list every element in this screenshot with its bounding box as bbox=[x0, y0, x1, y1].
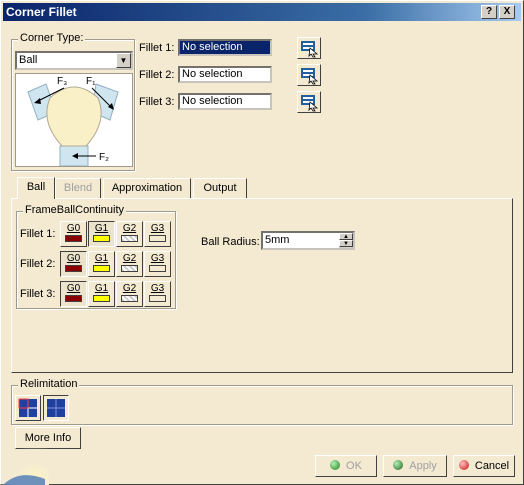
fillet-2-pick-button[interactable] bbox=[297, 64, 321, 86]
fillet-1-g3-button[interactable]: G3 bbox=[144, 221, 171, 247]
green-dot-icon bbox=[393, 460, 404, 470]
fillet-1-g1-button[interactable]: G1 bbox=[88, 221, 115, 247]
relimitation-option-2-button[interactable] bbox=[43, 395, 69, 421]
tab-approximation[interactable]: Approximation bbox=[103, 178, 191, 198]
relimitation-grid-icon bbox=[18, 398, 37, 417]
fillet-1-g0-button[interactable]: G0 bbox=[60, 221, 87, 247]
relimitation-grid-icon bbox=[47, 399, 65, 417]
title-bar: Corner Fillet ? X bbox=[3, 3, 521, 21]
continuity-fillet-3-label: Fillet 3: bbox=[20, 288, 56, 300]
logo-corner-decoration bbox=[1, 441, 49, 485]
relimitation-legend: Relimitation bbox=[18, 378, 80, 390]
fillet-3-field[interactable]: No selection bbox=[178, 93, 272, 110]
continuity-fillet-1-label: Fillet 1: bbox=[20, 228, 56, 240]
fillet-2-label: Fillet 2: bbox=[139, 69, 175, 81]
window-title: Corner Fillet bbox=[6, 5, 77, 19]
ok-button[interactable]: OK bbox=[315, 455, 377, 477]
ball-radius-spinner[interactable]: 5mm ▲ ▼ bbox=[261, 231, 355, 250]
cancel-button[interactable]: Cancel bbox=[453, 455, 515, 477]
apply-button[interactable]: Apply bbox=[383, 455, 447, 477]
selection-list-icon bbox=[301, 68, 319, 85]
relimitation-group: Relimitation bbox=[11, 378, 513, 425]
corner-fillet-dialog: Corner Fillet ? X Corner Type: Ball ▼ F₃… bbox=[0, 0, 524, 485]
fillet-2-field[interactable]: No selection bbox=[178, 66, 272, 83]
fillet-1-g2-button[interactable]: G2 bbox=[116, 221, 143, 247]
fillet-3-g0-button[interactable]: G0 bbox=[60, 281, 87, 307]
fillet-1-label: Fillet 1: bbox=[139, 42, 175, 54]
corner-type-select[interactable]: Ball ▼ bbox=[15, 51, 133, 70]
ball-corner-diagram-icon: F₃ F₁ F₂ bbox=[27, 76, 119, 167]
tab-ball[interactable]: Ball bbox=[17, 177, 55, 199]
fillet-1-pick-button[interactable] bbox=[297, 37, 321, 59]
spinner-arrows[interactable]: ▲ ▼ bbox=[339, 233, 353, 248]
diagram-label-f3: F₃ bbox=[57, 76, 67, 87]
fillet-2-g3-button[interactable]: G3 bbox=[144, 251, 171, 277]
continuity-fillet-2-label: Fillet 2: bbox=[20, 258, 56, 270]
tab-output[interactable]: Output bbox=[193, 178, 247, 198]
fillet-3-g1-button[interactable]: G1 bbox=[88, 281, 115, 307]
diagram-label-f2: F₂ bbox=[99, 152, 109, 163]
ball-radius-label: Ball Radius: bbox=[201, 236, 260, 248]
fillet-3-pick-button[interactable] bbox=[297, 91, 321, 113]
green-dot-icon bbox=[330, 460, 341, 470]
close-button[interactable]: X bbox=[499, 5, 515, 19]
corner-type-diagram: F₃ F₁ F₂ bbox=[15, 73, 133, 167]
chevron-down-icon[interactable]: ▼ bbox=[116, 53, 131, 68]
fillet-3-label: Fillet 3: bbox=[139, 96, 175, 108]
selection-list-icon bbox=[301, 95, 319, 112]
ball-tab-panel: FrameBallContinuity Fillet 1: G0 G1 G2 G… bbox=[11, 198, 513, 373]
ball-radius-value: 5mm bbox=[265, 234, 290, 246]
frame-ball-continuity-legend: FrameBallContinuity bbox=[23, 204, 127, 216]
fillet-3-g2-button[interactable]: G2 bbox=[116, 281, 143, 307]
fillet-1-field[interactable]: No selection bbox=[178, 39, 272, 56]
corner-type-value: Ball bbox=[19, 54, 38, 66]
tab-blend[interactable]: Blend bbox=[55, 178, 101, 198]
spinner-down-icon[interactable]: ▼ bbox=[339, 240, 353, 247]
red-dot-icon bbox=[458, 460, 469, 470]
help-button[interactable]: ? bbox=[481, 5, 497, 19]
selection-list-icon bbox=[301, 41, 319, 58]
corner-type-legend: Corner Type: bbox=[18, 32, 86, 44]
fillet-2-g2-button[interactable]: G2 bbox=[116, 251, 143, 277]
fillet-2-g1-button[interactable]: G1 bbox=[88, 251, 115, 277]
fillet-3-g3-button[interactable]: G3 bbox=[144, 281, 171, 307]
fillet-2-g0-button[interactable]: G0 bbox=[60, 251, 87, 277]
diagram-label-f1: F₁ bbox=[86, 76, 96, 87]
relimitation-option-1-button[interactable] bbox=[15, 395, 41, 421]
spinner-up-icon[interactable]: ▲ bbox=[339, 233, 353, 240]
